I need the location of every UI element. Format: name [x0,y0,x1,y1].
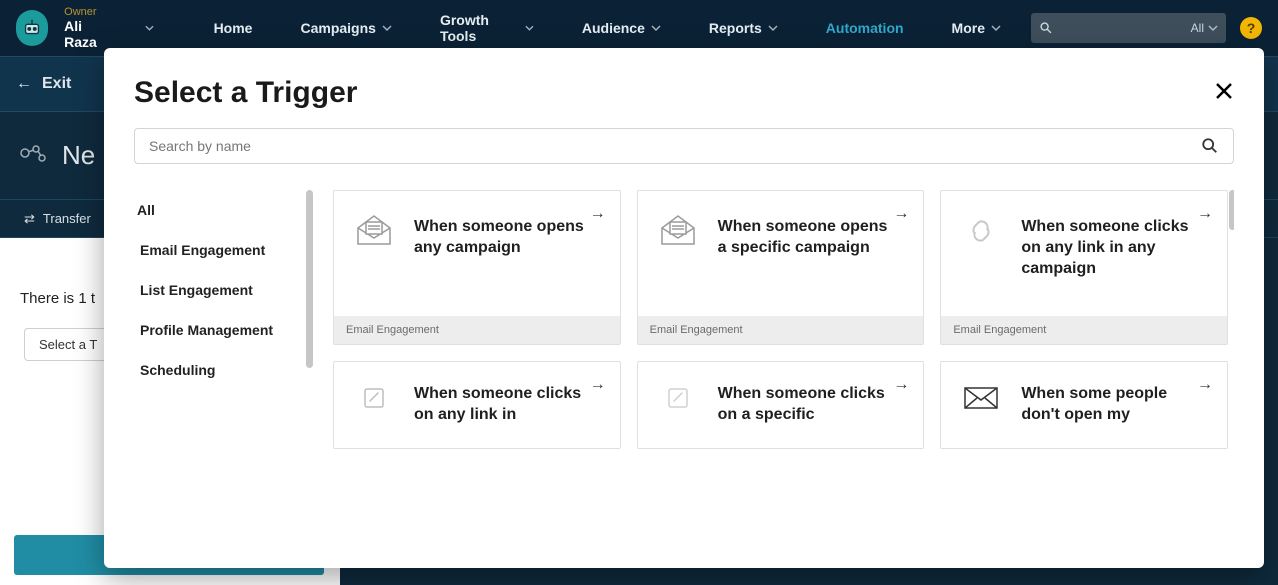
page-title: Ne [62,140,95,171]
nav-label: Home [214,20,253,36]
link-icon [352,380,396,416]
help-button[interactable]: ? [1240,17,1262,39]
trigger-card-category: Email Engagement [941,316,1227,344]
trigger-search-input[interactable] [149,138,1191,154]
nav-campaigns[interactable]: Campaigns [282,20,409,36]
envelope-open-icon [656,213,700,249]
chevron-down-icon [525,23,534,33]
trigger-card[interactable]: → When someone clicks on a specific Emai… [637,361,925,449]
trigger-card[interactable]: → When some people don't open my Email E… [940,361,1228,449]
search-icon [1201,137,1219,155]
arrow-left-icon: ← [16,75,32,93]
transfer-button[interactable]: Transfer [43,211,91,226]
trigger-cards-container: → When someone opens any campaign [333,190,1234,550]
user-avatar[interactable] [16,10,48,46]
search-icon [1039,21,1053,35]
trigger-card[interactable]: → When someone opens a specific camp [637,190,925,345]
trigger-card-title: When some people don't open my [1021,380,1209,426]
transfer-icon: ⇄ [24,211,35,227]
trigger-card-category: Email Engagement [334,316,620,344]
behind-status-text: There is 1 t [20,290,95,307]
nav-more[interactable]: More [934,20,1019,36]
nav-label: Reports [709,20,762,36]
arrow-right-icon: → [1197,376,1213,394]
trigger-card-category: Email Engagement [638,316,924,344]
arrow-right-icon: → [1197,205,1213,223]
chevron-down-icon [651,23,661,33]
nav-label: Campaigns [300,20,375,36]
select-trigger-button-bg[interactable]: Select a T [24,328,112,361]
trigger-card-title: When someone clicks on any link in [414,380,602,426]
chevron-down-icon [1208,23,1218,33]
category-profile-management[interactable]: Profile Management [134,310,303,350]
modal-title: Select a Trigger [134,76,357,110]
nav-label: Automation [826,20,904,36]
close-icon [1214,81,1234,101]
category-all[interactable]: All [134,190,303,230]
trigger-card[interactable]: → When someone clicks on any link in any… [940,190,1228,345]
trigger-card-title: When someone opens any campaign [414,213,602,259]
link-icon [959,213,1003,249]
category-list-engagement[interactable]: List Engagement [134,270,303,310]
exit-button[interactable]: Exit [42,75,71,93]
arrow-right-icon: → [893,376,909,394]
owner-label: Owner [64,6,113,18]
global-search[interactable]: All [1031,13,1226,43]
owner-name: Ali Raza [64,18,113,50]
trigger-card-title: When someone clicks on any link in any c… [1021,213,1209,279]
chevron-down-icon [991,23,1001,33]
arrow-right-icon: → [590,376,606,394]
chevron-down-icon [382,23,392,33]
search-scope-label: All [1191,21,1204,35]
select-trigger-label: Select a T [39,337,97,352]
nav-home[interactable]: Home [196,20,271,36]
mail-closed-icon [959,380,1003,416]
arrow-right-icon: → [590,205,606,223]
avatar-robot-icon [21,17,43,39]
cards-scrollbar[interactable] [1229,190,1234,230]
close-button[interactable] [1214,81,1234,106]
nav-label: More [952,20,985,36]
trigger-card-title: When someone clicks on a specific [718,380,906,426]
chevron-down-icon [145,23,154,33]
chevron-down-icon [768,23,778,33]
link-icon [656,380,700,416]
arrow-right-icon: → [893,205,909,223]
category-email-engagement[interactable]: Email Engagement [134,230,303,270]
search-scope-selector[interactable]: All [1191,21,1218,35]
nav-audience[interactable]: Audience [564,20,679,36]
nav-automation[interactable]: Automation [808,20,922,36]
nav-growth-tools[interactable]: Growth Tools [422,12,552,44]
help-glyph: ? [1247,20,1256,36]
category-scheduling[interactable]: Scheduling [134,350,303,390]
nav-label: Audience [582,20,645,36]
nav-label: Growth Tools [440,12,519,44]
trigger-search[interactable] [134,128,1234,164]
automation-icon [18,142,48,170]
category-scrollbar[interactable] [306,190,313,368]
select-trigger-modal: Select a Trigger All Email Engagement Li… [104,48,1264,568]
owner-dropdown[interactable]: Owner Ali Raza [64,6,113,50]
trigger-card[interactable]: → When someone clicks on any link in Ema… [333,361,621,449]
trigger-category-list: All Email Engagement List Engagement Pro… [134,190,309,550]
envelope-open-icon [352,213,396,249]
trigger-card-title: When someone opens a specific campaign [718,213,906,259]
trigger-card[interactable]: → When someone opens any campaign [333,190,621,345]
nav-reports[interactable]: Reports [691,20,796,36]
